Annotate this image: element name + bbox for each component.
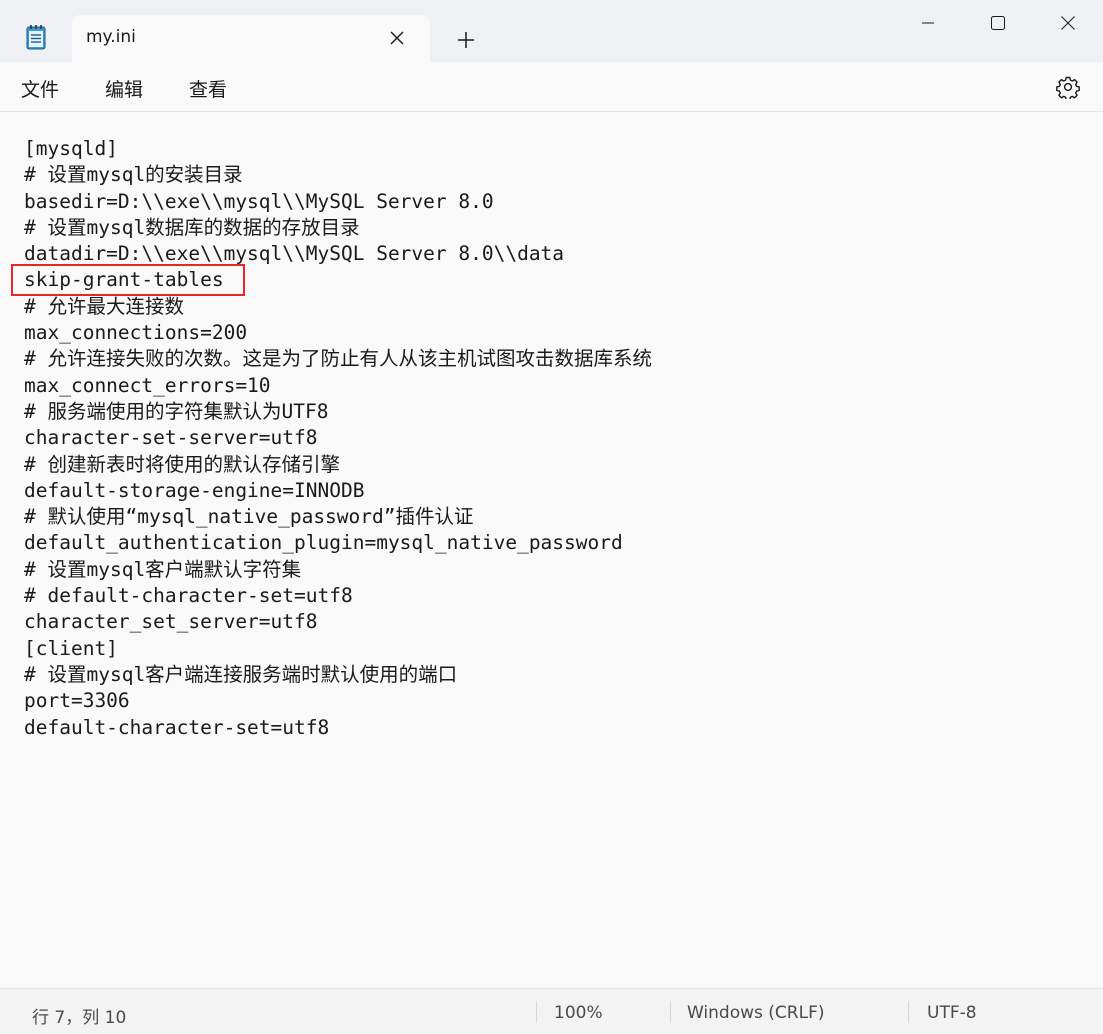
minimize-icon: [922, 22, 934, 24]
text-line: # 设置mysql客户端默认字符集: [24, 557, 302, 581]
text-line: # 创建新表时将使用的默认存储引擎: [24, 452, 340, 476]
settings-button[interactable]: [1056, 75, 1080, 101]
encoding[interactable]: UTF-8: [927, 1003, 977, 1023]
menu-edit[interactable]: 编辑: [105, 75, 143, 102]
divider: [908, 1001, 909, 1023]
text-line: basedir=D:\\exe\\mysql\\MySQL Server 8.0: [24, 189, 494, 213]
text-line: [client]: [24, 636, 118, 660]
text-line: default-character-set=utf8: [24, 715, 330, 739]
close-icon: [390, 31, 404, 45]
menu-view[interactable]: 查看: [189, 75, 227, 102]
text-line: # 允许最大连接数: [24, 294, 184, 318]
zoom-level[interactable]: 100%: [554, 1003, 603, 1023]
text-editor[interactable]: [mysqld] # 设置mysql的安装目录 basedir=D:\\exe\\m…: [0, 112, 1103, 988]
plus-icon: [458, 32, 474, 48]
text-line: # 默认使用“mysql_native_password”插件认证: [24, 505, 474, 529]
text-line: # 设置mysql数据库的数据的存放目录: [24, 215, 360, 239]
editor-lines: [mysqld] # 设置mysql的安装目录 basedir=D:\\exe\\m…: [24, 136, 652, 741]
text-line: # 允许连接失败的次数。这是为了防止有人从该主机试图攻击数据库系统: [24, 347, 652, 371]
new-tab-button[interactable]: [454, 28, 478, 52]
title-bar: my.ini: [0, 0, 1103, 62]
status-bar: 行 7，列 10 100% Windows (CRLF) UTF-8: [0, 988, 1103, 1034]
menu-file[interactable]: 文件: [21, 75, 59, 102]
text-line: max_connect_errors=10: [24, 373, 271, 397]
close-tab-button[interactable]: [386, 27, 408, 49]
cursor-position: 行 7，列 10: [32, 1008, 127, 1028]
highlight-box: [11, 264, 245, 296]
menu-bar: 文件 编辑 查看: [0, 62, 1103, 112]
text-line: [mysqld]: [24, 137, 118, 160]
text-line: port=3306: [24, 689, 130, 713]
minimize-button[interactable]: [893, 0, 963, 46]
text-line: default_authentication_plugin=mysql_nati…: [24, 531, 623, 555]
text-line: max_connections=200: [24, 321, 248, 345]
notepad-icon: [26, 24, 46, 50]
divider: [670, 1001, 671, 1023]
text-line: character-set-server=utf8: [24, 426, 318, 450]
text-line: # 设置mysql客户端连接服务端时默认使用的端口: [24, 662, 458, 686]
close-icon: [1061, 16, 1075, 30]
gear-icon: [1056, 76, 1080, 101]
line-ending[interactable]: Windows (CRLF): [687, 1003, 825, 1023]
maximize-icon: [991, 16, 1005, 30]
text-line: # default-character-set=utf8: [24, 584, 353, 608]
divider: [536, 1001, 537, 1023]
maximize-button[interactable]: [963, 0, 1033, 46]
tab-title: my.ini: [86, 27, 136, 47]
text-line: # 服务端使用的字符集默认为UTF8: [24, 399, 329, 423]
tab-my-ini[interactable]: my.ini: [72, 15, 430, 62]
close-window-button[interactable]: [1033, 0, 1103, 46]
text-line: # 设置mysql的安装目录: [24, 163, 243, 187]
text-line: default-storage-engine=INNODB: [24, 478, 365, 502]
text-line: character_set_server=utf8: [24, 610, 318, 634]
